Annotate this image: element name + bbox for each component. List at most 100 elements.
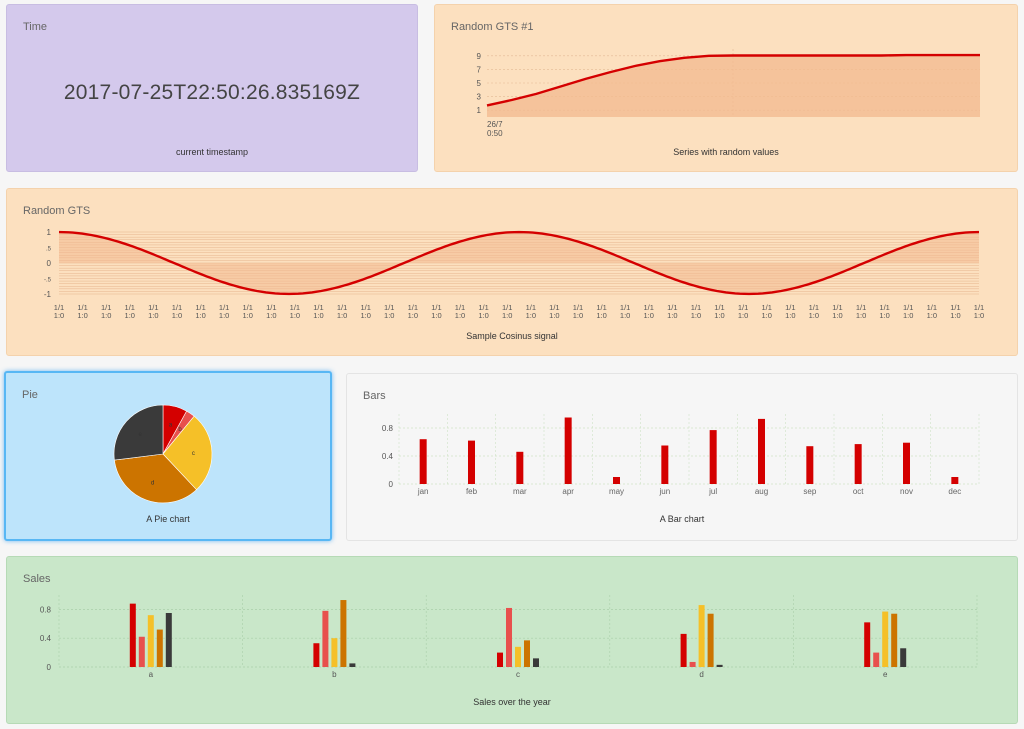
x-tick-label: 1:0 [927, 311, 937, 320]
bar [165, 613, 172, 667]
x-tick-label: 1:0 [620, 311, 630, 320]
x-tick-label: 1:0 [738, 311, 748, 320]
x-tick-label: 1:0 [974, 311, 984, 320]
bar [873, 652, 880, 667]
x-tick-label: may [609, 487, 624, 496]
random-gts-tile[interactable]: Random GTS 1.5 0 -.5 -1 1/1 1:0 1/1 1:0 1/1 1:0 1/… [6, 188, 1018, 356]
x-tick-label: jun [658, 487, 670, 496]
timestamp-value: 2017-07-25T22:50:26.835169Z [63, 81, 361, 104]
x-tick-label: mar [513, 487, 527, 496]
x-tick-label: sep [803, 487, 816, 496]
tile-caption: Series with random values [673, 147, 779, 157]
x-tick-label: 1:0 [809, 311, 819, 320]
tile-caption: Sales over the year [473, 697, 551, 707]
bar [661, 445, 669, 484]
x-tick-label: 1:0 [644, 311, 654, 320]
x-tick-label: 1:0 [54, 311, 64, 320]
x-tick-label: 1:0 [219, 311, 229, 320]
x-tick-label: 1:0 [549, 311, 559, 320]
bars-tile[interactable]: Bars 0 0.4 0.8 jan feb mar apr may jun jul aug sep o… [346, 373, 1018, 541]
x-tick-label: 1:0 [431, 311, 441, 320]
bar [891, 613, 898, 667]
x-tick-label: 1:0 [125, 311, 135, 320]
x-tick-label: jan [417, 487, 429, 496]
bar [349, 663, 356, 667]
y-tick-label: 0 [389, 480, 394, 489]
x-tick-label: dec [948, 487, 961, 496]
bar [864, 622, 871, 667]
bar [613, 477, 620, 484]
x-tick-label: 1:0 [714, 311, 724, 320]
x-tick-label: 1:0 [478, 311, 488, 320]
x-tick-label: 1:0 [313, 311, 323, 320]
bar [156, 629, 163, 667]
y-tick-label: 0.4 [40, 634, 52, 643]
pie-tile[interactable]: Pie abcde A Pie chart [4, 371, 332, 541]
y-tick-label: 1 [47, 228, 52, 237]
bar [854, 444, 862, 484]
bar [497, 652, 503, 667]
bar [806, 446, 814, 484]
tile-caption: A Pie chart [146, 514, 190, 524]
bar [138, 636, 145, 667]
x-tick-label: 1:0 [761, 311, 771, 320]
x-tick-label: e [883, 670, 888, 679]
bar [698, 605, 705, 667]
bar [533, 658, 539, 667]
x-tick-label: b [332, 670, 337, 679]
y-tick-label: 1 [477, 106, 482, 115]
x-tick-label: 1:0 [903, 311, 913, 320]
random-gts-1-tile[interactable]: Random GTS #1 1 3 5 7 9 26/7 0:50 Series with … [434, 4, 1018, 172]
x-tick-label: 1:0 [242, 311, 252, 320]
x-tick-label: 1:0 [384, 311, 394, 320]
x-tick-label: 1:0 [667, 311, 677, 320]
bar [468, 440, 475, 484]
bar [313, 643, 320, 667]
bar [709, 430, 717, 484]
area-fill [59, 232, 979, 294]
x-tick-label: 1:0 [856, 311, 866, 320]
bar [322, 610, 329, 667]
x-tick-label: 26/7 [487, 120, 503, 129]
x-tick-label: nov [900, 487, 913, 496]
x-tick-label: 1:0 [408, 311, 418, 320]
x-tick-label: 1:0 [596, 311, 606, 320]
y-tick-label: 0 [47, 663, 52, 672]
y-tick-label: -1 [44, 290, 52, 299]
pie-label: d [151, 481, 154, 487]
bar [680, 633, 687, 667]
tile-title: Time [23, 21, 48, 33]
y-tick-label: 3 [477, 93, 482, 102]
y-tick-label: 0.8 [382, 424, 394, 433]
y-tick-label: 0 [47, 259, 52, 268]
x-tick-label: 1:0 [691, 311, 701, 320]
bar [716, 664, 723, 667]
bar [707, 613, 714, 667]
bar [506, 607, 512, 667]
time-tile[interactable]: Time 2017-07-25T22:50:26.835169Z current… [6, 4, 418, 172]
x-tick-label: 1:0 [502, 311, 512, 320]
x-tick-label: d [699, 670, 703, 679]
x-tick-label: 1:0 [950, 311, 960, 320]
bar [903, 442, 910, 484]
bar [564, 417, 572, 484]
tile-caption: Sample Cosinus signal [466, 331, 558, 341]
y-tick-label: 0.8 [40, 605, 52, 614]
bar [758, 418, 765, 484]
bar [900, 648, 907, 667]
x-tick-label: 1:0 [290, 311, 300, 320]
y-tick-label: 0.4 [382, 452, 394, 461]
x-tick-label: 1:0 [526, 311, 536, 320]
bar [951, 477, 959, 484]
x-tick-label: 1:0 [455, 311, 465, 320]
sales-tile[interactable]: Sales 0 0.4 0.8 a b c d e Sales over the year [6, 556, 1018, 724]
x-tick-label: 1:0 [832, 311, 842, 320]
y-tick-label: .5 [46, 247, 52, 253]
bar [524, 640, 530, 667]
x-tick-label: 1:0 [337, 311, 347, 320]
x-tick-label: jul [708, 487, 717, 496]
x-tick-label: 1:0 [101, 311, 111, 320]
tile-caption: A Bar chart [659, 514, 705, 524]
x-tick-label: 1:0 [77, 311, 87, 320]
y-tick-label: 7 [477, 65, 482, 74]
